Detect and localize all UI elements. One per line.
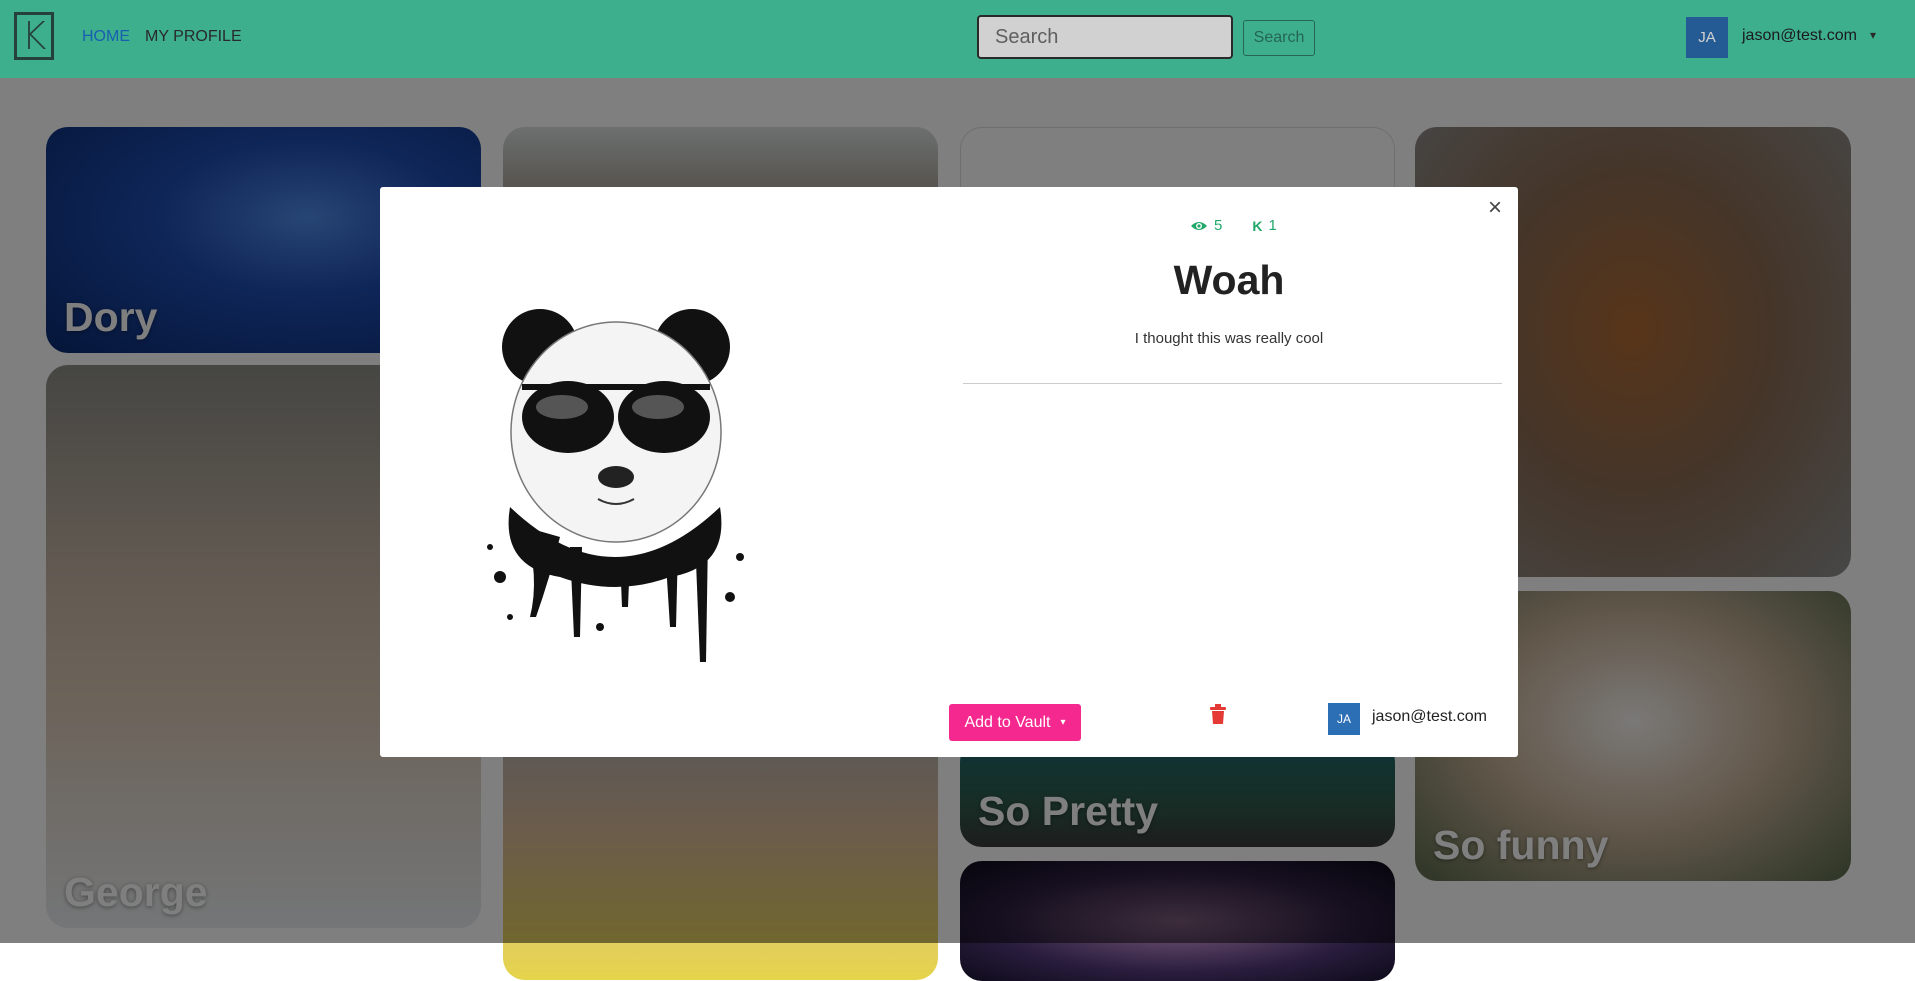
views-count: 5 (1214, 217, 1223, 234)
keep-description: I thought this was really cool (1134, 330, 1324, 347)
keep-icon: K (1252, 217, 1263, 234)
navbar-backdrop (0, 0, 1915, 78)
keep-title: Woah (1173, 257, 1285, 303)
views-stat: 5 (1190, 217, 1222, 234)
keep-image (487, 309, 744, 662)
add-to-vault-button[interactable]: Add to Vault ▾ (949, 704, 1081, 741)
add-to-vault-label: Add to Vault (964, 713, 1051, 731)
trash-icon[interactable] (1209, 704, 1227, 724)
close-icon[interactable]: × (1484, 196, 1506, 220)
keep-stats: 5 K 1 (1190, 217, 1307, 234)
chevron-down-icon: ▾ (1060, 717, 1066, 728)
divider (963, 383, 1502, 384)
keeps-stat: K 1 (1252, 217, 1276, 234)
eye-icon (1191, 221, 1207, 230)
keeps-count: 1 (1268, 217, 1277, 234)
creator-email[interactable]: jason@test.com (1372, 708, 1487, 726)
keep-detail-modal: × 5 K 1 Woah I thought this was really c… (380, 187, 1518, 757)
creator-avatar[interactable]: JA (1328, 703, 1360, 735)
